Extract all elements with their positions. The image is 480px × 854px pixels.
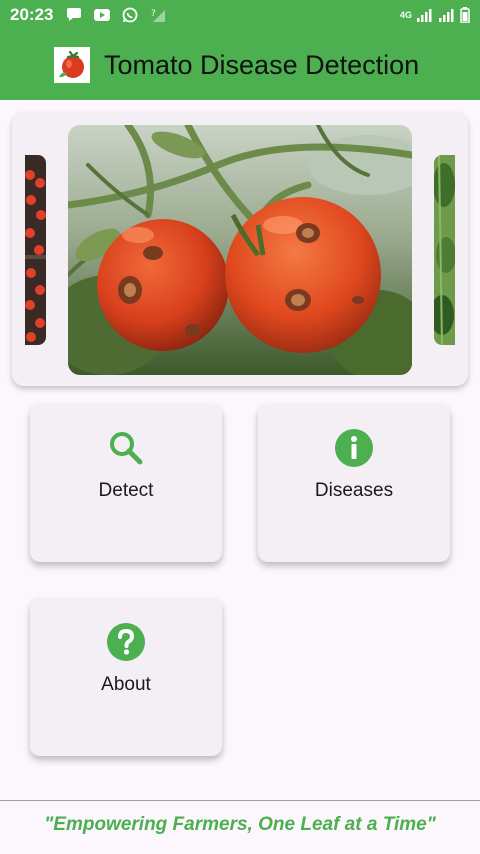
search-icon (110, 432, 143, 465)
signal-icon (417, 9, 432, 22)
tomato-logo (54, 47, 90, 83)
status-bar: 20:23 ? 4G (0, 0, 480, 30)
help-icon (107, 623, 145, 661)
youtube-icon (94, 9, 111, 21)
carousel-slide-previous[interactable] (25, 155, 46, 345)
carousel-slide-next[interactable] (434, 155, 455, 345)
detect-button[interactable]: Detect (30, 404, 222, 562)
chat-bubble-icon (67, 8, 82, 21)
status-time: 20:23 (10, 5, 54, 24)
diseases-button[interactable]: Diseases (258, 404, 450, 562)
diseases-label: Diseases (314, 480, 394, 501)
whatsapp-icon (123, 7, 138, 23)
footer-quote: "Empowering Farmers, One Leaf at a Time" (44, 814, 436, 835)
notification-icons: ? (65, 7, 167, 23)
app-bar: Tomato Disease Detection (0, 30, 480, 100)
footer-divider (0, 800, 480, 801)
app-title: Tomato Disease Detection (104, 49, 420, 80)
about-label: About (101, 674, 151, 695)
signal-unknown-icon: ? (151, 9, 166, 22)
carousel-slide-current[interactable] (68, 125, 412, 375)
info-icon (335, 429, 373, 467)
signal-icon (439, 9, 454, 22)
image-carousel[interactable] (12, 112, 468, 386)
detect-label: Detect (98, 480, 154, 501)
about-button[interactable]: About (30, 598, 222, 756)
battery-icon (460, 7, 470, 23)
system-icons: 4G (400, 7, 470, 23)
svg-text:?: ? (151, 9, 156, 19)
network-type: 4G (399, 10, 412, 20)
